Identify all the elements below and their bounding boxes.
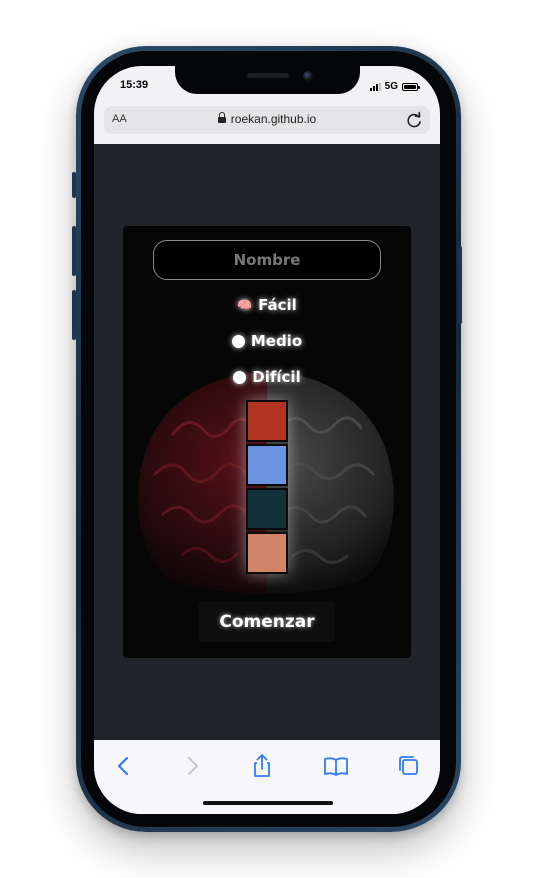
home-indicator [203,801,333,805]
volume-up-button [72,226,76,276]
game-card: 🧠 Fácil Medio Difícil Comenzar [123,226,411,658]
url-text: roekan.github.io [230,112,317,126]
network-label: 5G [384,81,398,92]
tabs-icon[interactable] [395,752,423,780]
color-swatch-blue[interactable] [246,444,288,486]
address-bar[interactable]: AA roekan.github.io [104,106,430,134]
notch [175,66,360,94]
difficulty-option-medio[interactable]: Medio [123,332,411,350]
color-swatch-dark-teal[interactable] [246,488,288,530]
forward-icon[interactable] [178,752,206,780]
brain-selected-icon: 🧠 [237,298,253,312]
difficulty-label-facil: Fácil [258,296,297,314]
reload-icon[interactable] [404,110,424,130]
silent-switch [72,172,76,198]
bookmarks-icon[interactable] [322,752,350,780]
volume-down-button [72,290,76,340]
front-camera [303,71,313,81]
battery-icon [402,82,420,91]
color-sequence [246,400,288,574]
color-swatch-red[interactable] [246,400,288,442]
status-time: 15:39 [120,79,149,91]
color-swatch-salmon[interactable] [246,532,288,574]
radio-icon[interactable] [231,334,245,348]
back-icon[interactable] [110,752,138,780]
name-input[interactable] [153,240,381,280]
phone-screen: 15:39 5G AA roekan.github.io Nombre 🧠 Fá… [94,66,440,814]
start-button[interactable]: Comenzar [199,602,335,642]
difficulty-option-facil[interactable]: 🧠 Fácil [123,296,411,314]
power-button [458,246,462,324]
lock-icon [217,112,226,123]
radio-icon[interactable] [233,370,247,384]
web-content: 🧠 Fácil Medio Difícil Comenzar [94,144,440,740]
difficulty-label-medio: Medio [250,332,303,350]
signal-icon [369,82,381,91]
earpiece-speaker [247,73,289,78]
difficulty-label-dificil: Difícil [252,368,301,386]
share-icon[interactable] [248,752,276,780]
difficulty-option-dificil[interactable]: Difícil [123,368,411,386]
url-display[interactable]: roekan.github.io [104,112,430,126]
status-indicators: 5G [369,81,420,92]
